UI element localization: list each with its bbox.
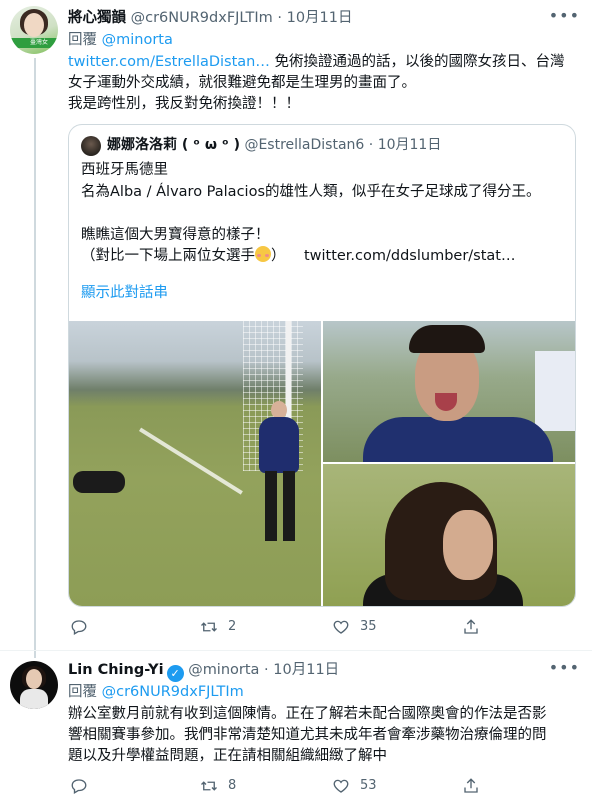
retweet-icon — [201, 781, 217, 791]
display-name[interactable]: Lin Ching-Yi — [68, 662, 164, 678]
blushing-face-icon — [255, 246, 271, 262]
avatar[interactable] — [10, 661, 58, 709]
show-thread-link[interactable]: 顯示此對話串 — [81, 283, 168, 303]
reply-bubble-icon — [71, 620, 87, 635]
avatar[interactable]: 臺灣女 — [10, 6, 58, 54]
tweet-text-line: 響相關賽事參加。我們非常清楚知道尤其未成年者會牽涉藥物治療倫理的問 — [68, 727, 547, 743]
tweet-text-line: 辦公室數月前就有收到這個陳情。正在了解若未配合國際奧會的作法是否影 — [68, 706, 547, 722]
quoted-display-name: 娜娜洛洛莉 ( ᵒ ω ᵒ ) — [107, 137, 240, 153]
separator: · — [264, 662, 269, 678]
tweet-1[interactable]: 臺灣女 將心獨韻 @cr6NUR9dxFJLTIm · 10月11日 ••• 回… — [0, 0, 592, 658]
quoted-text-line: 瞧瞧這個大男寶得意的樣子！ — [81, 226, 270, 243]
quoted-text-compare: （對比一下場上兩位女選手 — [81, 248, 255, 264]
tweet-header: Lin Ching-Yi ✓ @minorta · 10月11日 — [68, 660, 339, 682]
tweet-actions: 2 35 — [70, 618, 570, 638]
thread-connector-line — [34, 58, 36, 658]
quoted-text-line: 名為Alba / Álvaro Palacios的雄性人類，似乎在女子足球成了得… — [81, 183, 541, 200]
avatar-badge-text: 臺灣女 — [30, 39, 49, 46]
tweet-text-line: 題以及升學權益問題，正在請相關組織細緻了解中 — [68, 748, 387, 764]
reply-context: 回覆 @minorta — [68, 30, 173, 50]
retweet-button[interactable]: 8 — [200, 777, 236, 795]
like-button[interactable]: 53 — [332, 777, 377, 795]
tweet-body: 辦公室數月前就有收到這個陳情。正在了解若未配合國際奧會的作法是否影 響相關賽事參… — [68, 704, 580, 767]
tweet-header: 將心獨韻 @cr6NUR9dxFJLTIm · 10月11日 — [68, 8, 353, 28]
quoted-link[interactable]: twitter.com/ddslumber/stat… — [304, 248, 516, 264]
share-upload-icon — [464, 778, 478, 793]
like-count: 35 — [360, 619, 377, 634]
quoted-text-line: 西班牙馬德里 — [81, 162, 168, 178]
tweet-text-line-2: 女子運動外交成績，就很難避免都是生理男的畫面了。 — [68, 75, 416, 91]
share-button[interactable] — [462, 618, 490, 636]
quoted-text: 西班牙馬德里 名為Alba / Álvaro Palacios的雄性人類，似乎在… — [81, 160, 565, 268]
retweet-count: 2 — [228, 619, 237, 634]
quoted-timestamp: 10月11日 — [377, 137, 442, 153]
handle[interactable]: @cr6NUR9dxFJLTIm — [131, 10, 273, 26]
retweet-icon — [201, 622, 217, 632]
photo-player-closeup[interactable] — [323, 321, 575, 462]
reply-mention-link[interactable]: @cr6NUR9dxFJLTIm — [102, 684, 244, 700]
more-dots-icon[interactable]: ••• — [549, 658, 580, 677]
verified-badge-icon: ✓ — [166, 665, 184, 682]
share-upload-icon — [464, 619, 478, 634]
retweet-count: 8 — [228, 778, 237, 793]
reply-mention-link[interactable]: @minorta — [102, 32, 173, 48]
reply-bubble-icon — [71, 779, 87, 794]
like-button[interactable]: 35 — [332, 618, 377, 636]
display-name[interactable]: 將心獨韻 — [68, 10, 126, 26]
timestamp[interactable]: 10月11日 — [273, 662, 339, 678]
heart-icon — [333, 779, 349, 793]
heart-icon — [333, 620, 349, 634]
quoted-text-line: （對比一下場上兩位女選手 ） twitter.com/ddslumber/stat… — [81, 246, 565, 268]
quoted-tweet-card[interactable]: 娜娜洛洛莉 ( ᵒ ω ᵒ ) @EstrellaDistan6 · 10月11… — [68, 124, 576, 607]
quoted-header: 娜娜洛洛莉 ( ᵒ ω ᵒ ) @EstrellaDistan6 · 10月11… — [107, 135, 441, 155]
like-count: 53 — [360, 778, 377, 793]
photo-goal-celebration[interactable] — [69, 321, 321, 606]
separator: · — [368, 137, 374, 153]
handle[interactable]: @minorta — [188, 662, 259, 678]
tweet-2[interactable]: Lin Ching-Yi ✓ @minorta · 10月11日 ••• 回覆 @… — [0, 651, 592, 808]
retweet-button[interactable]: 2 — [200, 618, 236, 636]
tweet-body: twitter.com/EstrellaDistan… 免術換證通過的話，以後的… — [68, 52, 580, 115]
tweet-link[interactable]: twitter.com/EstrellaDistan… — [68, 54, 270, 70]
photo-player-portrait[interactable] — [323, 464, 575, 606]
tweet-text-line-3: 我是跨性別，我反對免術換證！！！ — [68, 96, 300, 112]
quoted-text-close: ） — [271, 248, 286, 264]
quoted-handle: @EstrellaDistan6 — [244, 137, 365, 153]
share-button[interactable] — [462, 777, 490, 795]
reply-button[interactable] — [70, 618, 98, 636]
reply-prefix: 回覆 — [68, 684, 97, 700]
reply-button[interactable] — [70, 777, 98, 795]
reply-prefix: 回覆 — [68, 32, 97, 48]
quoted-text-line — [81, 203, 565, 225]
timestamp[interactable]: 10月11日 — [287, 10, 353, 26]
separator: · — [277, 10, 282, 26]
tweet-actions: 8 53 — [70, 777, 570, 797]
quoted-avatar — [81, 136, 101, 156]
tweet-text-line-1: 免術換證通過的話，以後的國際女孩日、台灣 — [269, 54, 565, 70]
media-grid — [69, 321, 575, 606]
reply-context: 回覆 @cr6NUR9dxFJLTIm — [68, 682, 244, 702]
more-dots-icon[interactable]: ••• — [549, 6, 580, 25]
